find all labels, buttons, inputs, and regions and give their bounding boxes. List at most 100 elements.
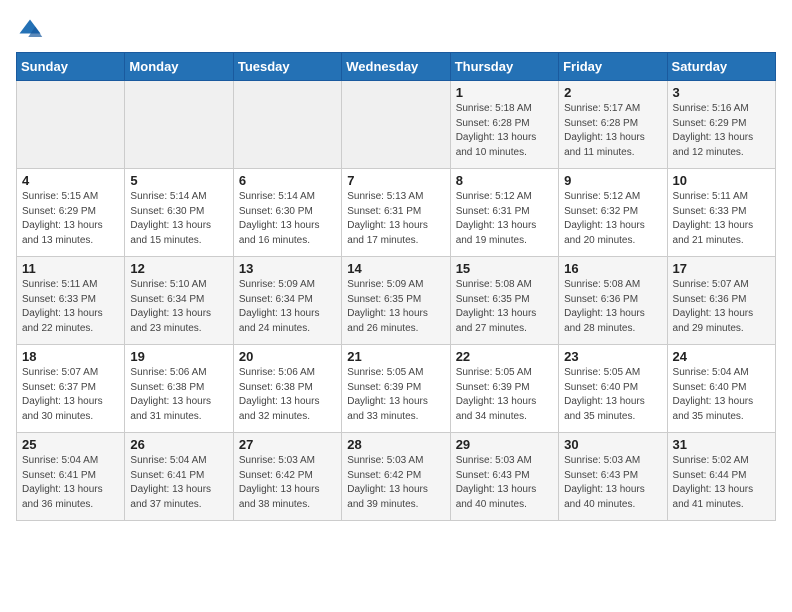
day-info: Sunrise: 5:14 AM Sunset: 6:30 PM Dayligh…: [239, 190, 336, 248]
calendar-cell: 16 Sunrise: 5:08 AM Sunset: 6:36 PM Dayli…: [559, 257, 667, 345]
column-header-wednesday: Wednesday: [342, 53, 450, 81]
day-number: 3: [673, 85, 770, 100]
day-number: 15: [456, 261, 553, 276]
calendar-week-4: 18 Sunrise: 5:07 AM Sunset: 6:37 PM Dayli…: [17, 345, 776, 433]
day-number: 24: [673, 349, 770, 364]
calendar-cell: 24 Sunrise: 5:04 AM Sunset: 6:40 PM Dayli…: [667, 345, 775, 433]
calendar-cell: 27 Sunrise: 5:03 AM Sunset: 6:42 PM Dayli…: [233, 433, 341, 521]
day-number: 16: [564, 261, 661, 276]
calendar-cell: 15 Sunrise: 5:08 AM Sunset: 6:35 PM Dayli…: [450, 257, 558, 345]
logo-icon: [16, 16, 44, 44]
day-number: 29: [456, 437, 553, 452]
day-number: 4: [22, 173, 119, 188]
column-header-sunday: Sunday: [17, 53, 125, 81]
day-info: Sunrise: 5:07 AM Sunset: 6:36 PM Dayligh…: [673, 278, 770, 336]
column-header-friday: Friday: [559, 53, 667, 81]
calendar-cell: 31 Sunrise: 5:02 AM Sunset: 6:44 PM Dayli…: [667, 433, 775, 521]
calendar-cell: 29 Sunrise: 5:03 AM Sunset: 6:43 PM Dayli…: [450, 433, 558, 521]
day-number: 20: [239, 349, 336, 364]
calendar-cell: 22 Sunrise: 5:05 AM Sunset: 6:39 PM Dayli…: [450, 345, 558, 433]
day-number: 22: [456, 349, 553, 364]
calendar-cell: 1Sunrise: 5:18 AM Sunset: 6:28 PM Daylig…: [450, 81, 558, 169]
column-header-saturday: Saturday: [667, 53, 775, 81]
day-info: Sunrise: 5:17 AM Sunset: 6:28 PM Dayligh…: [564, 102, 661, 160]
calendar-cell: 25Sunrise: 5:04 AM Sunset: 6:41 PM Dayli…: [17, 433, 125, 521]
day-number: 2: [564, 85, 661, 100]
day-info: Sunrise: 5:04 AM Sunset: 6:40 PM Dayligh…: [673, 366, 770, 424]
calendar-cell: 23 Sunrise: 5:05 AM Sunset: 6:40 PM Dayli…: [559, 345, 667, 433]
calendar-cell: 3 Sunrise: 5:16 AM Sunset: 6:29 PM Daylig…: [667, 81, 775, 169]
day-number: 9: [564, 173, 661, 188]
day-number: 1: [456, 85, 553, 100]
day-number: 23: [564, 349, 661, 364]
calendar-cell: 2 Sunrise: 5:17 AM Sunset: 6:28 PM Daylig…: [559, 81, 667, 169]
calendar-cell: 6 Sunrise: 5:14 AM Sunset: 6:30 PM Daylig…: [233, 169, 341, 257]
day-info: Sunrise: 5:05 AM Sunset: 6:39 PM Dayligh…: [456, 366, 553, 424]
calendar-cell: 30 Sunrise: 5:03 AM Sunset: 6:43 PM Dayli…: [559, 433, 667, 521]
calendar-cell: 11Sunrise: 5:11 AM Sunset: 6:33 PM Dayli…: [17, 257, 125, 345]
calendar-week-2: 4 Sunrise: 5:15 AM Sunset: 6:29 PM Daylig…: [17, 169, 776, 257]
day-info: Sunrise: 5:05 AM Sunset: 6:39 PM Dayligh…: [347, 366, 444, 424]
day-info: Sunrise: 5:06 AM Sunset: 6:38 PM Dayligh…: [130, 366, 227, 424]
day-number: 18: [22, 349, 119, 364]
day-info: Sunrise: 5:15 AM Sunset: 6:29 PM Dayligh…: [22, 190, 119, 248]
day-info: Sunrise: 5:03 AM Sunset: 6:43 PM Dayligh…: [564, 454, 661, 512]
calendar-cell: 21 Sunrise: 5:05 AM Sunset: 6:39 PM Dayli…: [342, 345, 450, 433]
calendar-cell: 7 Sunrise: 5:13 AM Sunset: 6:31 PM Daylig…: [342, 169, 450, 257]
day-number: 30: [564, 437, 661, 452]
calendar-cell: [125, 81, 233, 169]
day-info: Sunrise: 5:08 AM Sunset: 6:36 PM Dayligh…: [564, 278, 661, 336]
day-number: 21: [347, 349, 444, 364]
calendar-header-row: SundayMondayTuesdayWednesdayThursdayFrid…: [17, 53, 776, 81]
calendar-cell: 5Sunrise: 5:14 AM Sunset: 6:30 PM Daylig…: [125, 169, 233, 257]
day-number: 31: [673, 437, 770, 452]
calendar-cell: 12Sunrise: 5:10 AM Sunset: 6:34 PM Dayli…: [125, 257, 233, 345]
day-number: 8: [456, 173, 553, 188]
day-number: 17: [673, 261, 770, 276]
calendar-cell: 14Sunrise: 5:09 AM Sunset: 6:35 PM Dayli…: [342, 257, 450, 345]
calendar-cell: [17, 81, 125, 169]
day-info: Sunrise: 5:10 AM Sunset: 6:34 PM Dayligh…: [130, 278, 227, 336]
day-info: Sunrise: 5:07 AM Sunset: 6:37 PM Dayligh…: [22, 366, 119, 424]
day-number: 13: [239, 261, 336, 276]
day-info: Sunrise: 5:16 AM Sunset: 6:29 PM Dayligh…: [673, 102, 770, 160]
page-header: [16, 16, 776, 44]
day-info: Sunrise: 5:05 AM Sunset: 6:40 PM Dayligh…: [564, 366, 661, 424]
calendar-cell: 19 Sunrise: 5:06 AM Sunset: 6:38 PM Dayli…: [125, 345, 233, 433]
day-info: Sunrise: 5:13 AM Sunset: 6:31 PM Dayligh…: [347, 190, 444, 248]
day-number: 5: [130, 173, 227, 188]
calendar-cell: [342, 81, 450, 169]
calendar-cell: 9Sunrise: 5:12 AM Sunset: 6:32 PM Daylig…: [559, 169, 667, 257]
day-number: 19: [130, 349, 227, 364]
calendar-cell: [233, 81, 341, 169]
column-header-tuesday: Tuesday: [233, 53, 341, 81]
day-number: 10: [673, 173, 770, 188]
column-header-monday: Monday: [125, 53, 233, 81]
day-info: Sunrise: 5:03 AM Sunset: 6:42 PM Dayligh…: [239, 454, 336, 512]
day-info: Sunrise: 5:11 AM Sunset: 6:33 PM Dayligh…: [22, 278, 119, 336]
day-info: Sunrise: 5:02 AM Sunset: 6:44 PM Dayligh…: [673, 454, 770, 512]
day-info: Sunrise: 5:04 AM Sunset: 6:41 PM Dayligh…: [130, 454, 227, 512]
calendar-cell: 4 Sunrise: 5:15 AM Sunset: 6:29 PM Daylig…: [17, 169, 125, 257]
day-info: Sunrise: 5:04 AM Sunset: 6:41 PM Dayligh…: [22, 454, 119, 512]
calendar-table: SundayMondayTuesdayWednesdayThursdayFrid…: [16, 52, 776, 521]
calendar-cell: 10 Sunrise: 5:11 AM Sunset: 6:33 PM Dayli…: [667, 169, 775, 257]
calendar-cell: 13 Sunrise: 5:09 AM Sunset: 6:34 PM Dayli…: [233, 257, 341, 345]
day-number: 27: [239, 437, 336, 452]
day-info: Sunrise: 5:11 AM Sunset: 6:33 PM Dayligh…: [673, 190, 770, 248]
day-info: Sunrise: 5:03 AM Sunset: 6:43 PM Dayligh…: [456, 454, 553, 512]
calendar-week-5: 25Sunrise: 5:04 AM Sunset: 6:41 PM Dayli…: [17, 433, 776, 521]
day-info: Sunrise: 5:08 AM Sunset: 6:35 PM Dayligh…: [456, 278, 553, 336]
calendar-cell: 28Sunrise: 5:03 AM Sunset: 6:42 PM Dayli…: [342, 433, 450, 521]
calendar-week-1: 1Sunrise: 5:18 AM Sunset: 6:28 PM Daylig…: [17, 81, 776, 169]
day-number: 7: [347, 173, 444, 188]
day-info: Sunrise: 5:09 AM Sunset: 6:34 PM Dayligh…: [239, 278, 336, 336]
day-number: 6: [239, 173, 336, 188]
calendar-cell: 18 Sunrise: 5:07 AM Sunset: 6:37 PM Dayli…: [17, 345, 125, 433]
calendar-cell: 26 Sunrise: 5:04 AM Sunset: 6:41 PM Dayli…: [125, 433, 233, 521]
day-number: 26: [130, 437, 227, 452]
day-info: Sunrise: 5:09 AM Sunset: 6:35 PM Dayligh…: [347, 278, 444, 336]
logo: [16, 16, 48, 44]
day-info: Sunrise: 5:06 AM Sunset: 6:38 PM Dayligh…: [239, 366, 336, 424]
day-info: Sunrise: 5:12 AM Sunset: 6:31 PM Dayligh…: [456, 190, 553, 248]
